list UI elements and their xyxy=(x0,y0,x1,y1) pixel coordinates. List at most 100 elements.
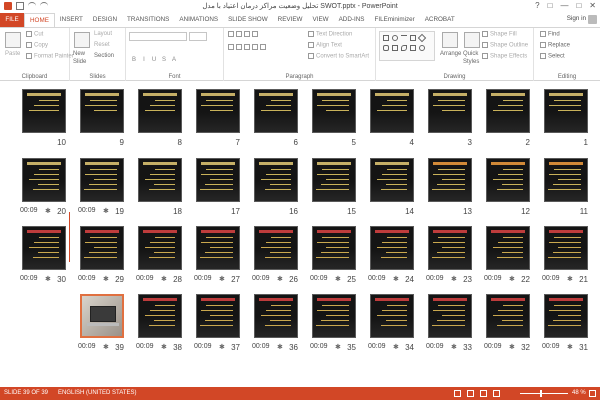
convert-smartart-button[interactable]: Convert to SmartArt xyxy=(308,53,369,60)
font-color-icon[interactable]: A xyxy=(170,56,178,64)
slideshow-view-icon[interactable] xyxy=(493,390,500,397)
redo-icon[interactable] xyxy=(40,2,48,10)
layout-button[interactable]: Layout xyxy=(94,31,112,37)
restore-icon[interactable]: □ xyxy=(576,1,581,10)
tab-acrobat[interactable]: ACROBAT xyxy=(420,13,460,27)
tab-insert[interactable]: INSERT xyxy=(55,13,88,27)
quick-styles-button[interactable]: Quick xyxy=(463,51,478,57)
tab-view[interactable]: VIEW xyxy=(308,13,334,27)
slide-thumbnail[interactable] xyxy=(196,226,240,270)
slide-thumbnail[interactable] xyxy=(544,89,588,133)
minimize-icon[interactable]: — xyxy=(560,1,568,10)
tab-animations[interactable]: ANIMATIONS xyxy=(174,13,223,27)
avatar[interactable] xyxy=(588,15,597,24)
slide-thumbnail[interactable] xyxy=(196,158,240,202)
tab-slide-show[interactable]: SLIDE SHOW xyxy=(223,13,273,27)
slide-thumbnail[interactable] xyxy=(428,89,472,133)
align-text-button[interactable]: Align Text xyxy=(308,42,342,49)
normal-view-icon[interactable] xyxy=(454,390,461,397)
arrange-icon[interactable] xyxy=(442,32,458,48)
rounded-rect-shape-icon[interactable] xyxy=(383,45,389,51)
new-slide-button[interactable]: New xyxy=(73,51,85,57)
undo-icon[interactable] xyxy=(28,2,36,10)
slide-thumbnail[interactable] xyxy=(486,226,530,270)
paste-button[interactable]: Paste xyxy=(5,51,20,57)
reset-button[interactable]: Reset xyxy=(94,42,110,48)
slide-thumbnail[interactable] xyxy=(370,158,414,202)
font-name-combo[interactable] xyxy=(129,32,187,41)
curve-shape-icon[interactable] xyxy=(401,45,407,51)
bold-icon[interactable]: B xyxy=(130,56,138,64)
slide-thumbnail[interactable] xyxy=(312,294,356,338)
cut-button[interactable]: Cut xyxy=(26,31,43,38)
slide-thumbnail[interactable] xyxy=(486,158,530,202)
help-icon[interactable]: ? xyxy=(535,1,539,10)
format-painter-button[interactable]: Format Painter xyxy=(26,53,74,60)
zoom-slider-knob[interactable] xyxy=(540,390,542,397)
slide-thumbnail[interactable] xyxy=(370,294,414,338)
save-icon[interactable] xyxy=(16,2,24,10)
slide-thumbnail[interactable] xyxy=(80,226,124,270)
align-icons[interactable] xyxy=(228,44,268,51)
text-direction-button[interactable]: Text Direction xyxy=(308,31,352,38)
slide-thumbnail[interactable] xyxy=(138,294,182,338)
slide-thumbnail[interactable] xyxy=(312,158,356,202)
font-size-combo[interactable] xyxy=(189,32,207,41)
tab-file[interactable]: FILE xyxy=(0,13,24,27)
textbox-shape-icon[interactable] xyxy=(410,35,416,41)
slide-sorter-view-icon[interactable] xyxy=(467,390,474,397)
slide-thumbnail[interactable] xyxy=(22,158,66,202)
arrow-shape-icon[interactable] xyxy=(392,45,398,51)
line-shape-icon[interactable] xyxy=(401,35,407,41)
brace-shape-icon[interactable] xyxy=(410,45,416,51)
slide-thumbnail[interactable] xyxy=(254,226,298,270)
slide-thumbnail[interactable] xyxy=(544,294,588,338)
copy-button[interactable]: Copy xyxy=(26,42,48,49)
slide-thumbnail[interactable] xyxy=(544,158,588,202)
star-shape-icon[interactable] xyxy=(419,45,425,51)
underline-icon[interactable]: U xyxy=(150,56,158,64)
slide-thumbnail[interactable] xyxy=(22,226,66,270)
tab-fileminimizer[interactable]: FILEminimizer xyxy=(369,13,419,27)
slide-thumbnail[interactable] xyxy=(486,294,530,338)
slide-thumbnail[interactable] xyxy=(254,158,298,202)
ribbon-display-icon[interactable]: □ xyxy=(548,1,553,10)
section-button[interactable]: Section xyxy=(94,53,114,59)
italic-icon[interactable]: I xyxy=(140,56,148,64)
rectangle-shape-icon[interactable] xyxy=(383,35,389,41)
slide-thumbnail[interactable] xyxy=(196,294,240,338)
replace-button[interactable]: Replace xyxy=(540,42,570,49)
slide-thumbnail[interactable] xyxy=(254,89,298,133)
tab-design[interactable]: DESIGN xyxy=(88,13,122,27)
slide-thumbnail[interactable] xyxy=(80,89,124,133)
slide-thumbnail[interactable] xyxy=(254,294,298,338)
select-button[interactable]: Select xyxy=(540,53,565,60)
slide-thumbnail[interactable] xyxy=(138,226,182,270)
shape-effects-button[interactable]: Shape Effects xyxy=(482,53,527,60)
strikethrough-icon[interactable]: S xyxy=(160,56,168,64)
sign-in-link[interactable]: Sign in xyxy=(567,15,586,22)
arrange-button[interactable]: Arrange xyxy=(440,51,461,57)
new-slide-icon[interactable] xyxy=(74,32,90,48)
quick-styles-icon[interactable] xyxy=(464,32,480,48)
zoom-slider[interactable] xyxy=(520,393,568,394)
tab-review[interactable]: REVIEW xyxy=(273,13,308,27)
slide-thumbnail[interactable] xyxy=(312,89,356,133)
zoom-level[interactable]: 48 % xyxy=(572,390,586,396)
paste-icon[interactable] xyxy=(5,32,21,48)
slide-thumbnail[interactable] xyxy=(370,89,414,133)
tab-transitions[interactable]: TRANSITIONS xyxy=(122,13,174,27)
find-button[interactable]: Find xyxy=(540,31,560,38)
slide-thumbnail[interactable] xyxy=(22,89,66,133)
close-icon[interactable]: ✕ xyxy=(589,1,596,10)
slide-thumbnail[interactable] xyxy=(80,294,124,338)
slide-thumbnail[interactable] xyxy=(312,226,356,270)
reading-view-icon[interactable] xyxy=(480,390,487,397)
slide-thumbnail[interactable] xyxy=(80,158,124,202)
tab-home[interactable]: HOME xyxy=(24,13,55,27)
shape-fill-button[interactable]: Shape Fill xyxy=(482,31,517,38)
language-indicator[interactable]: ENGLISH (UNITED STATES) xyxy=(58,390,136,396)
slide-thumbnail[interactable] xyxy=(486,89,530,133)
slide-thumbnail[interactable] xyxy=(428,226,472,270)
oval-shape-icon[interactable] xyxy=(392,35,398,41)
